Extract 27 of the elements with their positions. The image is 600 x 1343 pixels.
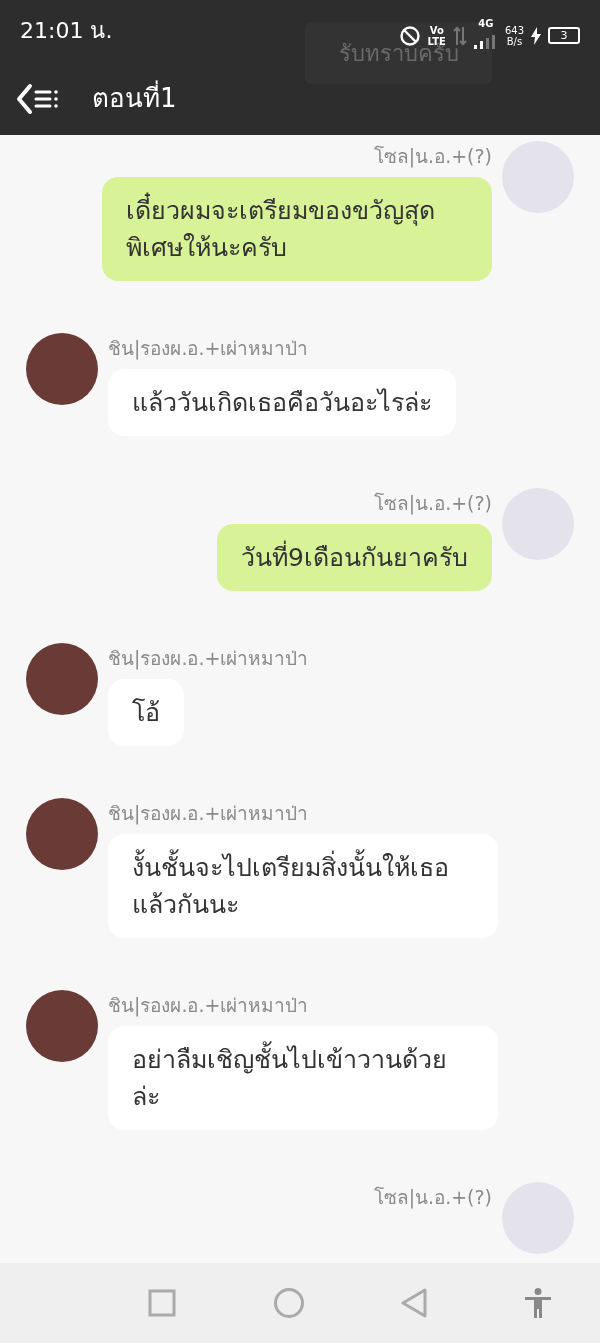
- message-bubble: อย่าลืมเชิญชั้นไปเข้าวานด้วยล่ะ: [108, 1026, 498, 1130]
- message-bubble: โอ้: [108, 679, 184, 746]
- back-menu-icon[interactable]: [16, 82, 60, 115]
- sender-name: โซล|น.อ.+(?): [373, 492, 492, 514]
- speed-unit: B/s: [505, 35, 524, 47]
- network-type: 4G: [477, 18, 495, 29]
- sender-name: ชิน|รองผ.อ.+เผ่าหมาป่า: [108, 994, 309, 1016]
- sender-name: โซล|น.อ.+(?): [373, 1186, 492, 1208]
- message-bubble: งั้นชั้นจะไปเตรียมสิ่งนั้นให้เธอแล้วกันนะ: [108, 834, 498, 938]
- sender-name: โซล|น.อ.+(?): [373, 145, 492, 167]
- signal-icon: [473, 34, 498, 49]
- chapter-title: ตอนที่1: [92, 79, 177, 118]
- accessibility-icon[interactable]: [523, 1288, 552, 1318]
- home-icon[interactable]: [272, 1287, 305, 1319]
- speed-value: 643: [504, 24, 524, 36]
- status-time: 21:01 น.: [20, 17, 113, 45]
- volte-label: Vo: [428, 24, 445, 36]
- message-bubble: แล้ววันเกิดเธอคือวันอะไรล่ะ: [108, 369, 456, 436]
- message-bubble: เดี๋ยวผมจะเตรียมของขวัญสุดพิเศษให้นะครับ: [102, 177, 492, 281]
- sender-name: ชิน|รองผ.อ.+เผ่าหมาป่า: [108, 647, 309, 669]
- message-bubble: วันที่9เดือนกันยาครับ: [217, 524, 492, 591]
- back-icon[interactable]: [401, 1288, 428, 1318]
- charging-icon: [531, 26, 541, 45]
- sender-name: ชิน|รองผ.อ.+เผ่าหมาป่า: [108, 337, 309, 359]
- recents-icon[interactable]: [148, 1289, 177, 1317]
- battery-icon: 3: [548, 27, 580, 44]
- sender-name: ชิน|รองผ.อ.+เผ่าหมาป่า: [108, 802, 309, 824]
